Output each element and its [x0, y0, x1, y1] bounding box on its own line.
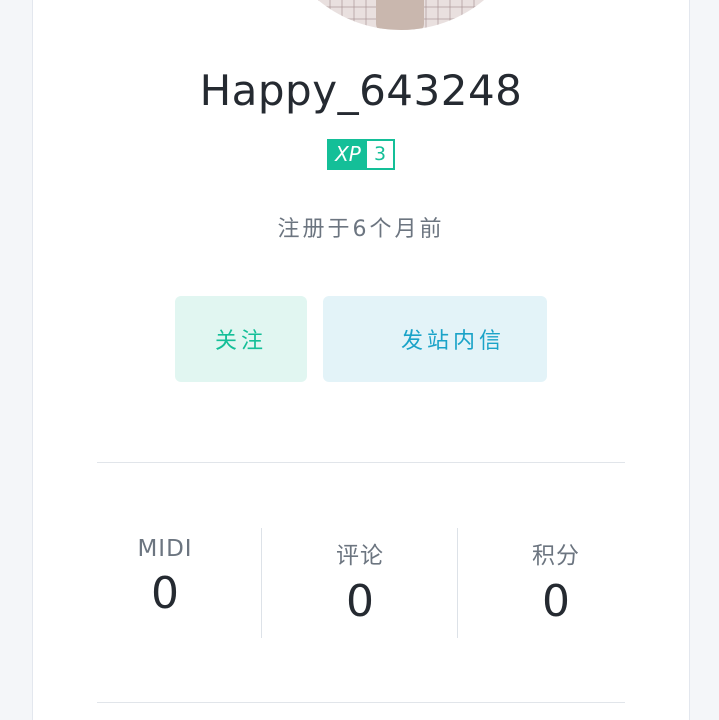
- xp-badge: XP 3: [327, 139, 395, 170]
- follow-button-label: 关注: [214, 329, 267, 354]
- stat-midi-value: 0: [151, 568, 179, 619]
- send-message-button[interactable]: 发站内信: [323, 296, 547, 382]
- stat-comments-label: 评论: [336, 543, 384, 569]
- stat-comments-value: 0: [346, 576, 374, 627]
- stat-midi[interactable]: MIDI 0: [67, 528, 263, 638]
- registration-date: 注册于6个月前: [277, 217, 445, 242]
- username: Happy_643248: [199, 66, 523, 115]
- xp-label: XP: [329, 141, 367, 168]
- divider-top: [97, 462, 625, 463]
- avatar-figure: [376, 0, 424, 30]
- stat-comments[interactable]: 评论 0: [262, 528, 458, 638]
- avatar[interactable]: [271, 0, 531, 30]
- xp-level: 3: [367, 141, 393, 168]
- stat-points-value: 0: [542, 576, 570, 627]
- send-message-button-label: 发站内信: [400, 329, 505, 354]
- stat-points[interactable]: 积分 0: [458, 528, 654, 638]
- follow-button[interactable]: 关注: [175, 296, 307, 382]
- profile-card: Happy_643248 XP 3 注册于6个月前 关注 发站内信 MIDI 0…: [32, 0, 690, 720]
- stat-points-label: 积分: [532, 543, 580, 569]
- stat-midi-label: MIDI: [137, 536, 193, 562]
- divider-bottom: [97, 702, 625, 703]
